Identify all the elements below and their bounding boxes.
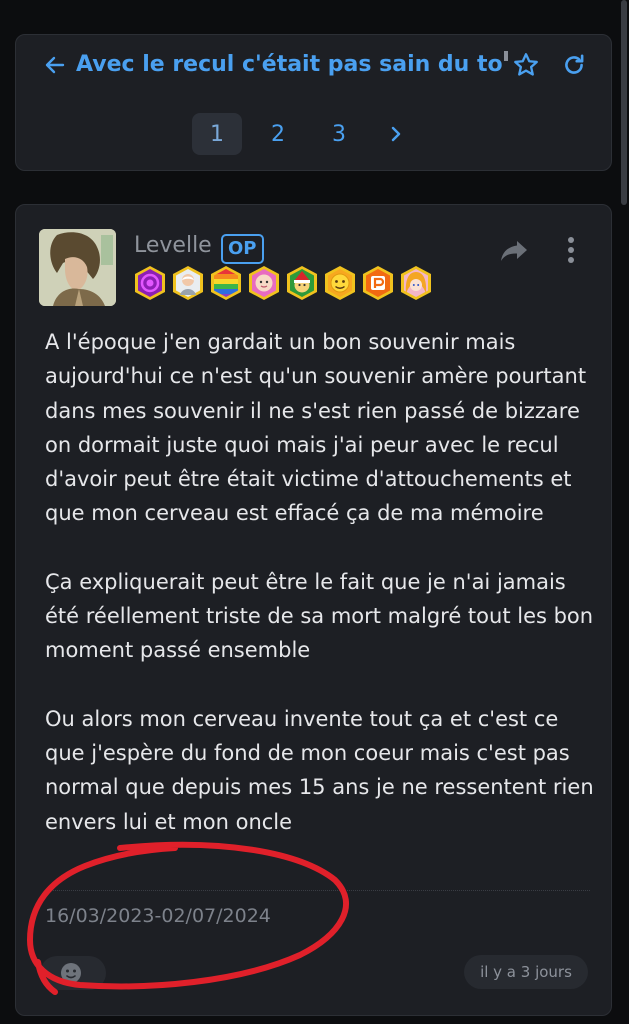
baby-face-badge-icon[interactable]	[247, 265, 281, 301]
share-icon[interactable]	[499, 238, 529, 264]
anime-girl-badge-icon[interactable]	[399, 265, 433, 301]
scrollbar[interactable]	[621, 0, 627, 205]
old-man-badge-icon[interactable]	[171, 265, 205, 301]
post-author[interactable]: Levelle	[134, 233, 212, 258]
christmas-badge-icon[interactable]	[285, 265, 319, 301]
post-paragraph-3: Ou alors mon cerveau invente tout ça et …	[45, 706, 594, 834]
more-options-icon[interactable]	[564, 235, 578, 265]
rainbow-badge-icon[interactable]	[209, 265, 243, 301]
yellow-emoji-badge-icon[interactable]	[323, 265, 357, 301]
reaction-smiley-icon	[61, 963, 81, 983]
spiral-badge-icon[interactable]	[133, 265, 167, 301]
add-reaction-button[interactable]	[40, 956, 106, 990]
post-time-ago[interactable]: il y a 3 jours	[464, 955, 588, 989]
post-card: Levelle OP A l'époque j'en gardait un bo…	[15, 204, 612, 1016]
avatar[interactable]	[39, 229, 116, 306]
star-icon[interactable]	[512, 51, 540, 79]
topic-header-card: Avec le recul c'était pas sain du tout q…	[15, 34, 612, 171]
post-paragraph-1: A l'époque j'en gardait un bon souvenir …	[45, 330, 587, 526]
back-arrow-icon[interactable]	[43, 53, 67, 77]
op-badge: OP	[221, 234, 264, 264]
orange-p-badge-icon[interactable]	[361, 265, 395, 301]
refresh-icon[interactable]	[561, 52, 587, 78]
topic-title[interactable]: Avec le recul c'était pas sain du tout q	[76, 51, 503, 79]
post-signature-date: 16/03/2023-02/07/2024	[45, 905, 271, 927]
page-button-1[interactable]: 1	[192, 113, 242, 155]
page-button-2[interactable]: 2	[253, 113, 303, 155]
post-body: A l'époque j'en gardait un bon souvenir …	[45, 325, 601, 873]
chevron-right-icon[interactable]	[386, 124, 406, 144]
post-paragraph-2: Ça expliquerait peut être le fait que je…	[45, 569, 594, 663]
title-overflow-mark	[504, 51, 508, 61]
signature-divider	[45, 890, 590, 891]
page-button-3[interactable]: 3	[314, 113, 364, 155]
